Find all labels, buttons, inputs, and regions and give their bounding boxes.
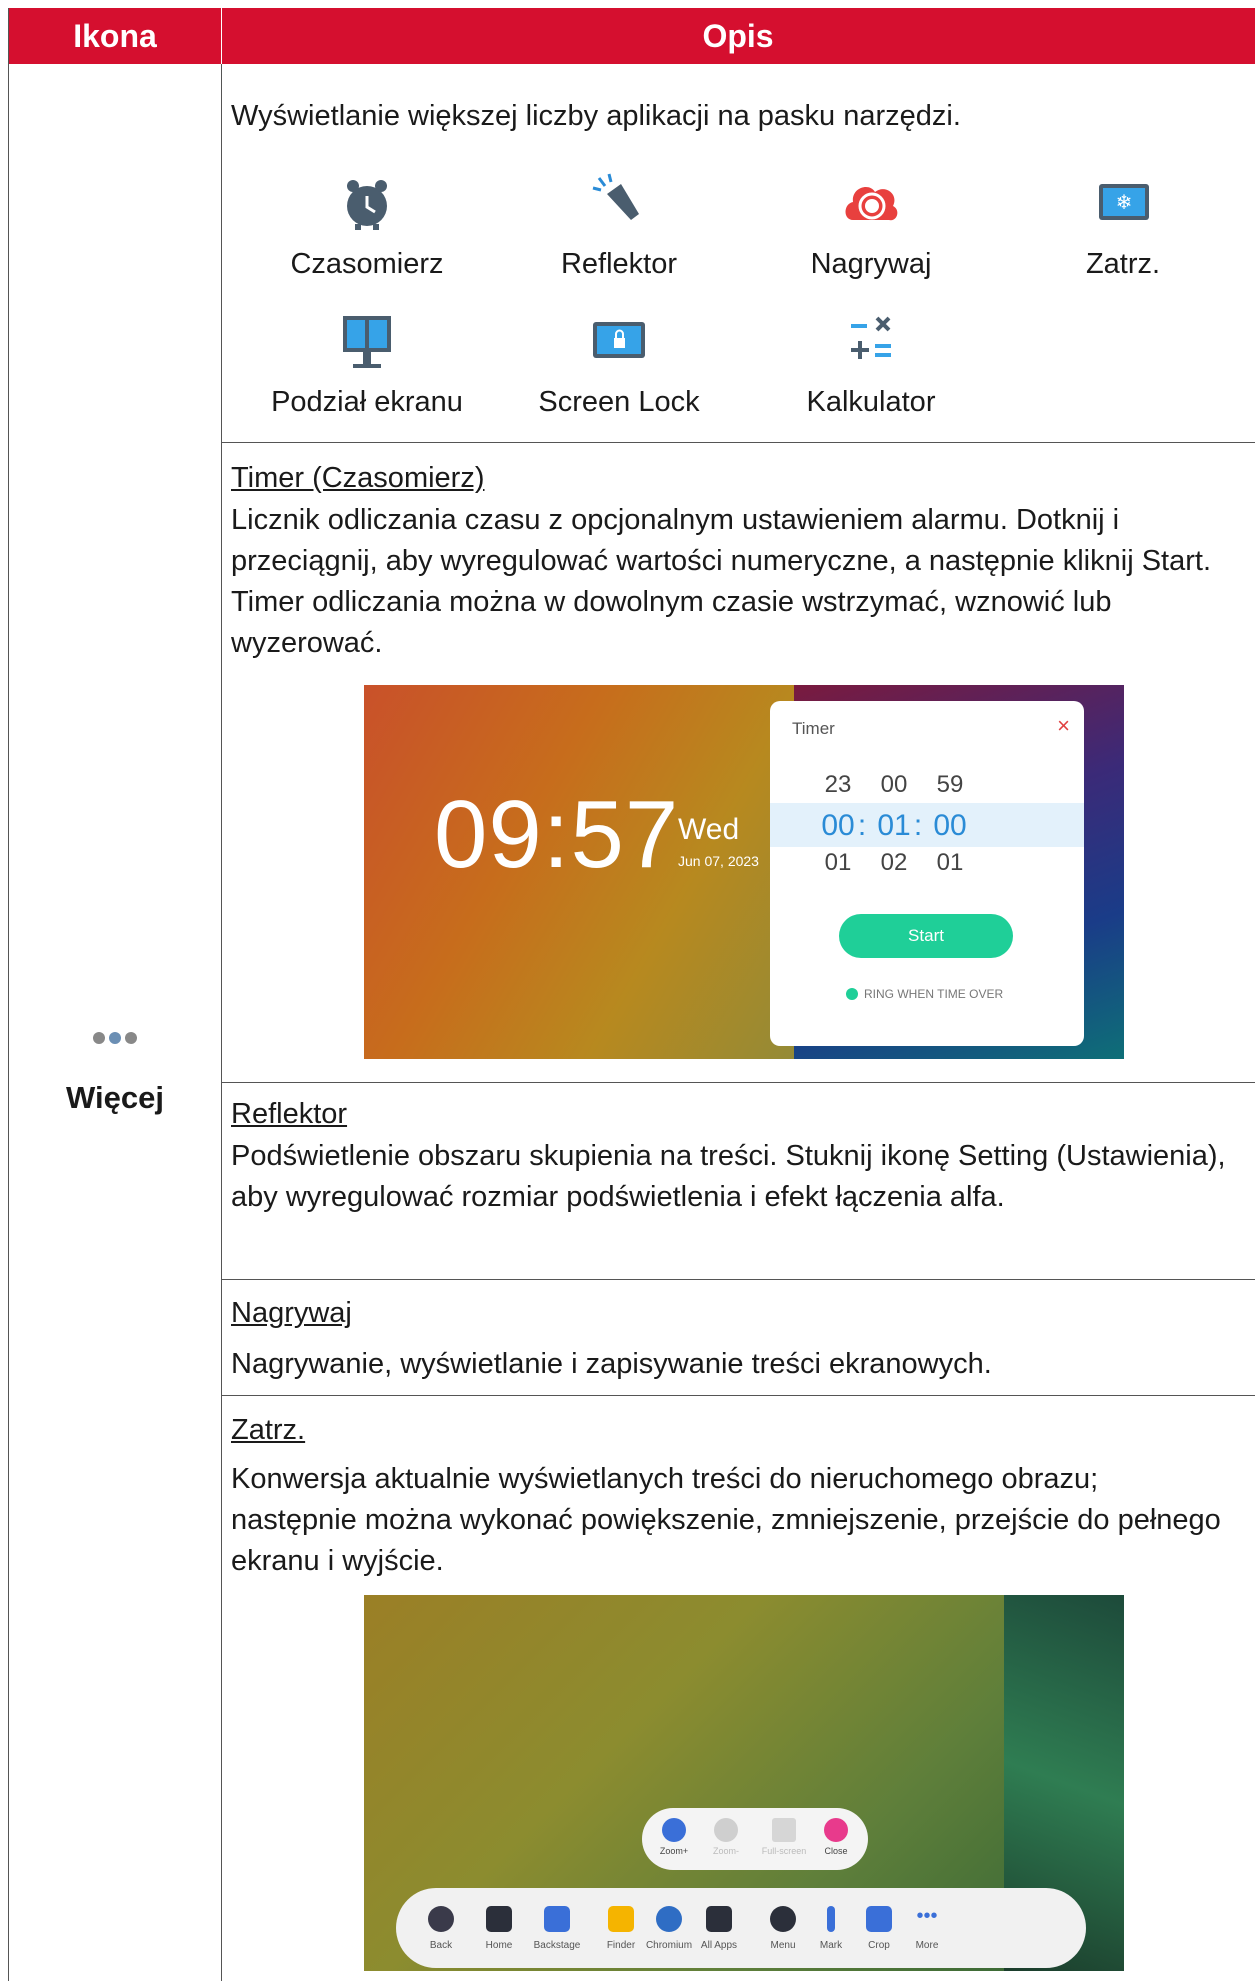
row-divider — [221, 1082, 1255, 1083]
zoom-label: Zoom- — [712, 1846, 739, 1856]
timer-body: Licznik odliczania czasu z opcjonalnym u… — [231, 504, 1211, 659]
timer-value[interactable]: 59 — [925, 771, 975, 799]
timer-dialog: Timer × 23 00 59 00 : 01 : 00 01 02 01 S… — [770, 701, 1084, 1046]
header-opis: Opis — [702, 18, 774, 54]
zoom-out-icon — [714, 1818, 738, 1842]
row-divider — [221, 1279, 1255, 1280]
home-icon — [486, 1906, 512, 1932]
zoom-label: Zoom+ — [659, 1846, 689, 1856]
timer-value[interactable]: 01 — [925, 849, 975, 877]
check-icon — [846, 988, 858, 1000]
toolbar-label: Home — [485, 1940, 513, 1951]
zoom-out-button[interactable]: Zoom- — [698, 1818, 754, 1856]
close-icon[interactable]: × — [1057, 713, 1070, 739]
zatrz-title: Zatrz. — [231, 1414, 306, 1446]
app-label: Zatrz. — [1085, 248, 1161, 280]
freeze-screenshot: Zoom+ Zoom- Full-screen Close Back Home … — [364, 1595, 1124, 1971]
freeze-icon: ❄ — [1091, 170, 1155, 234]
row-divider — [221, 442, 1255, 443]
backstage-icon — [544, 1906, 570, 1932]
toolbar-backstage[interactable]: Backstage — [528, 1906, 586, 1951]
more-icon: ••• — [916, 1905, 938, 1927]
alarm-clock-icon — [335, 170, 399, 234]
toolbar-back[interactable]: Back — [412, 1906, 470, 1951]
grid-icon — [706, 1906, 732, 1932]
zoom-in-icon — [662, 1818, 686, 1842]
more-label: Więcej — [66, 1080, 164, 1115]
timer-seconds[interactable]: 00 — [925, 809, 975, 843]
crop-icon — [866, 1906, 892, 1932]
clock-date: Jun 07, 2023 — [678, 853, 759, 869]
intro-text: Wyświetlanie większej liczby aplikacji n… — [231, 100, 961, 132]
split-screen-icon — [335, 308, 399, 372]
header-ikona: Ikona — [9, 8, 222, 64]
app-nagrywaj: Nagrywaj — [745, 170, 997, 281]
app-podzial-ekranu: Podział ekranu — [241, 308, 493, 419]
timer-screenshot: 09:57 Wed Jun 07, 2023 Timer × 23 00 59 … — [364, 685, 1124, 1059]
zatrz-body: Konwersja aktualnie wyświetlanych treści… — [231, 1463, 1221, 1577]
zoom-label: Full-screen — [761, 1846, 807, 1856]
toolbar-label: Menu — [770, 1940, 796, 1951]
folder-icon — [608, 1906, 634, 1932]
record-cloud-icon — [839, 170, 903, 234]
pen-icon — [827, 1906, 835, 1932]
app-label: Podział ekranu — [271, 386, 463, 418]
reflektor-body: Podświetlenie obszaru skupienia na treśc… — [231, 1140, 1226, 1213]
toolbar-label: All Apps — [700, 1940, 738, 1951]
chromium-icon — [656, 1906, 682, 1932]
clock-day: Wed — [678, 813, 740, 846]
nagrywaj-body: Nagrywanie, wyświetlanie i zapisywanie t… — [231, 1348, 992, 1380]
toolbar-label: Crop — [868, 1940, 890, 1951]
menu-icon — [770, 1906, 796, 1932]
toolbar-label: More — [915, 1940, 939, 1951]
flashlight-icon — [587, 170, 651, 234]
row-divider — [221, 1395, 1255, 1396]
bottom-toolbar: Back Home Backstage Finder Chromium All … — [396, 1888, 1086, 1968]
app-czasomierz: Czasomierz — [241, 170, 493, 281]
timer-value[interactable]: 02 — [869, 849, 919, 877]
timer-value[interactable]: 00 — [869, 771, 919, 799]
zoom-in-button[interactable]: Zoom+ — [646, 1818, 702, 1856]
column-divider — [221, 64, 222, 1981]
ring-option[interactable]: RING WHEN TIME OVER — [846, 987, 1003, 1001]
toolbar-label: Back — [429, 1940, 453, 1951]
app-kalkulator: Kalkulator — [745, 308, 997, 419]
start-button[interactable]: Start — [839, 914, 1013, 958]
ring-label: RING WHEN TIME OVER — [864, 987, 1004, 1001]
toolbar-label: Chromium — [645, 1940, 693, 1951]
zoom-bar: Zoom+ Zoom- Full-screen Close — [642, 1808, 868, 1870]
close-icon — [824, 1818, 848, 1842]
app-label: Reflektor — [560, 248, 678, 280]
timer-value[interactable]: 01 — [813, 849, 863, 877]
toolbar-label: Mark — [819, 1940, 843, 1951]
timer-dialog-title: Timer — [792, 719, 835, 738]
svg-text:❄: ❄ — [1116, 190, 1133, 214]
toolbar-home[interactable]: Home — [470, 1906, 528, 1951]
table-header: Ikona Opis — [9, 8, 1255, 64]
app-label: Kalkulator — [806, 386, 936, 418]
full-screen-icon — [772, 1818, 796, 1842]
app-screen-lock: Screen Lock — [493, 308, 745, 419]
app-label: Screen Lock — [538, 386, 700, 418]
toolbar-more[interactable]: ••• More — [898, 1906, 956, 1951]
more-dots-icon — [9, 1020, 221, 1051]
toolbar-label: Finder — [606, 1940, 636, 1951]
app-label: Czasomierz — [290, 248, 444, 280]
full-screen-button[interactable]: Full-screen — [756, 1818, 812, 1856]
app-reflektor: Reflektor — [493, 170, 745, 281]
nagrywaj-title: Nagrywaj — [231, 1297, 352, 1329]
app-zatrz: ❄ Zatrz. — [997, 170, 1249, 281]
reflektor-title: Reflektor — [231, 1098, 348, 1130]
toolbar-label: Backstage — [533, 1940, 581, 1951]
timer-value[interactable]: 23 — [813, 771, 863, 799]
back-icon — [428, 1906, 454, 1932]
zoom-label: Close — [824, 1846, 848, 1856]
close-button[interactable]: Close — [808, 1818, 864, 1856]
lock-icon — [587, 308, 651, 372]
calculator-icon — [839, 308, 903, 372]
clock-time: 09:57 — [434, 781, 680, 888]
timer-title: Timer (Czasomierz) — [231, 462, 485, 494]
app-label: Nagrywaj — [810, 248, 932, 280]
toolbar-all-apps[interactable]: All Apps — [690, 1906, 748, 1951]
